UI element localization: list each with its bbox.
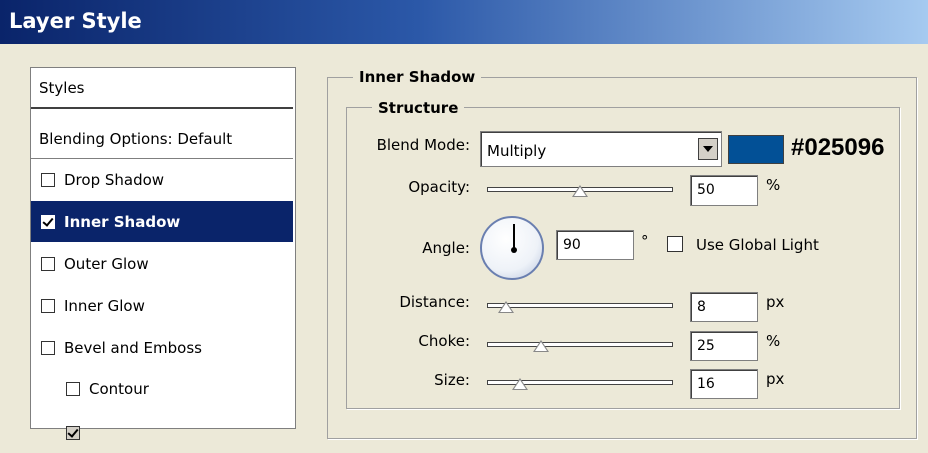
distance-input[interactable]: 8 <box>690 292 758 322</box>
chevron-down-icon[interactable] <box>698 138 718 160</box>
sidebar-item-partial[interactable] <box>31 412 293 453</box>
choke-unit: % <box>766 332 781 350</box>
distance-unit: px <box>766 293 785 311</box>
angle-dial[interactable] <box>480 216 544 280</box>
opacity-unit: % <box>766 176 781 194</box>
angle-input[interactable]: 90 <box>556 230 634 260</box>
checkbox-inner-glow[interactable] <box>41 298 55 313</box>
opacity-input[interactable]: 50 <box>690 175 758 206</box>
size-unit: px <box>766 370 785 388</box>
checkbox-partial[interactable] <box>66 425 80 440</box>
sidebar-item-blending-options[interactable]: Blending Options: Default <box>31 118 293 159</box>
window-title: Layer Style <box>9 9 142 33</box>
distance-slider-track[interactable] <box>487 303 673 308</box>
distance-slider-thumb[interactable] <box>497 301 514 313</box>
choke-slider-thumb[interactable] <box>532 340 549 352</box>
structure-title: Structure <box>372 99 465 117</box>
size-slider-thumb[interactable] <box>511 378 528 390</box>
angle-label: Angle: <box>422 239 470 257</box>
sidebar-item-label: Inner Glow <box>64 296 145 315</box>
use-global-light-checkbox[interactable] <box>667 236 683 252</box>
use-global-light-label: Use Global Light <box>696 236 819 254</box>
styles-header-label: Styles <box>39 78 85 97</box>
choke-input[interactable]: 25 <box>690 331 758 361</box>
styles-list: Styles Blending Options: Default Drop Sh… <box>30 67 296 440</box>
choke-slider-track[interactable] <box>487 342 673 347</box>
sidebar-item-outer-glow[interactable]: Outer Glow <box>31 243 293 284</box>
sidebar-item-label: Bevel and Emboss <box>64 338 202 357</box>
styles-list-header[interactable]: Styles <box>31 68 293 109</box>
checkbox-drop-shadow[interactable] <box>41 172 55 187</box>
opacity-label: Opacity: <box>408 178 470 196</box>
sidebar-item-contour[interactable]: Contour <box>31 368 293 409</box>
checkbox-bevel-emboss[interactable] <box>41 340 55 355</box>
sidebar-item-label: Drop Shadow <box>64 170 165 189</box>
sidebar-item-drop-shadow[interactable]: Drop Shadow <box>31 159 293 200</box>
sidebar-item-label: Outer Glow <box>64 254 149 273</box>
checkbox-outer-glow[interactable] <box>41 256 55 271</box>
sidebar-item-label: Blending Options: Default <box>39 129 233 148</box>
sidebar-item-label: Contour <box>89 379 149 398</box>
checkbox-contour[interactable] <box>66 381 80 396</box>
degree-symbol: ° <box>641 232 649 250</box>
blend-mode-select[interactable]: Multiply <box>480 131 722 167</box>
shadow-color-swatch[interactable] <box>728 135 784 164</box>
checkbox-inner-shadow[interactable] <box>41 214 55 229</box>
blend-mode-value: Multiply <box>487 142 547 160</box>
title-bar: Layer Style <box>0 0 928 44</box>
distance-label: Distance: <box>399 293 470 311</box>
sidebar-item-inner-shadow[interactable]: Inner Shadow <box>31 201 293 242</box>
blend-mode-label: Blend Mode: <box>376 136 470 154</box>
sidebar-item-bevel-emboss[interactable]: Bevel and Emboss <box>31 327 293 368</box>
size-input[interactable]: 16 <box>690 369 758 399</box>
color-hex-label: #025096 <box>791 134 885 161</box>
choke-label: Choke: <box>418 332 470 350</box>
inner-shadow-title: Inner Shadow <box>353 68 482 86</box>
sidebar-item-inner-glow[interactable]: Inner Glow <box>31 285 293 326</box>
size-label: Size: <box>434 371 470 389</box>
angle-center-dot <box>511 247 517 253</box>
opacity-slider-thumb[interactable] <box>572 185 588 197</box>
sidebar-item-label: Inner Shadow <box>64 212 181 231</box>
